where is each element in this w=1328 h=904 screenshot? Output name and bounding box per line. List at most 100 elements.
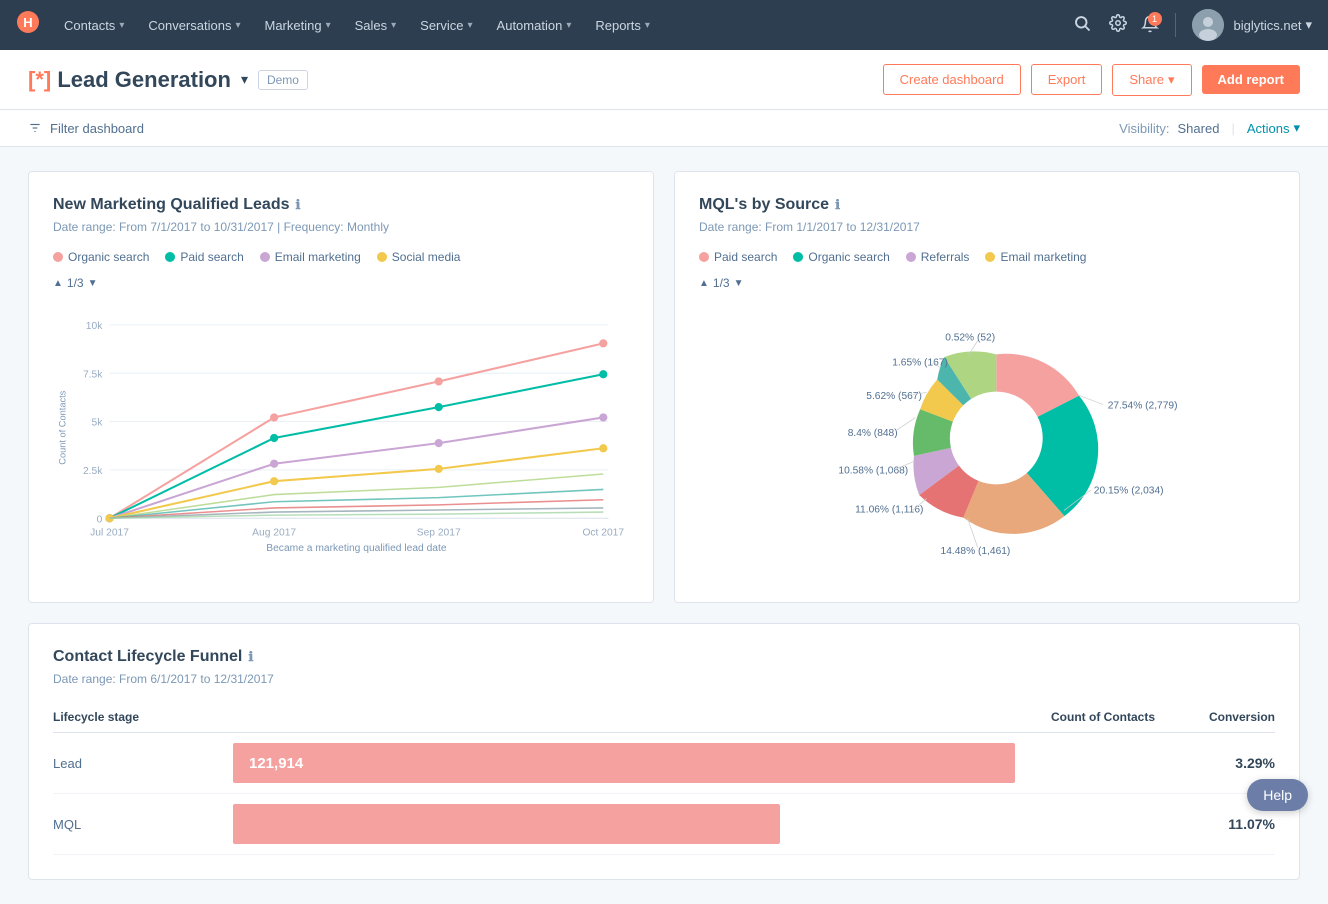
table-row: MQL 11.07% bbox=[53, 794, 1275, 855]
shared-text: Shared bbox=[1178, 121, 1220, 136]
legend-referrals: Referrals bbox=[906, 250, 970, 264]
mql-bar bbox=[233, 804, 780, 844]
new-mql-pagination: ▲ 1/3 ▼ bbox=[53, 276, 629, 290]
legend-social-media: Social media bbox=[377, 250, 461, 264]
header-actions: Create dashboard Export Share ▾ Add repo… bbox=[883, 64, 1300, 96]
pie-chart-svg: 27.54% (2,779) 20.15% (2,034) 14.48% (1,… bbox=[699, 308, 1275, 568]
lead-bar-cell: 121,914 bbox=[233, 733, 1015, 794]
count-label-header: Count of Contacts bbox=[1015, 702, 1155, 733]
settings-button[interactable] bbox=[1105, 10, 1131, 41]
line-chart-svg: 10k 7.5k 5k 2.5k 0 Count of Contacts Jul… bbox=[53, 298, 629, 578]
svg-text:Count of Contacts: Count of Contacts bbox=[57, 390, 67, 464]
hubspot-logo[interactable]: H bbox=[16, 10, 40, 40]
dashboard-title-section: [*] Lead Generation ▾ Demo bbox=[28, 67, 883, 93]
add-report-button[interactable]: Add report bbox=[1202, 65, 1300, 94]
demo-badge[interactable]: Demo bbox=[258, 70, 308, 90]
legend-email-marketing: Email marketing bbox=[260, 250, 361, 264]
svg-text:Jul 2017: Jul 2017 bbox=[90, 528, 129, 539]
nav-reports[interactable]: Reports ▾ bbox=[585, 12, 660, 39]
conversations-caret: ▾ bbox=[235, 20, 240, 31]
svg-text:Aug 2017: Aug 2017 bbox=[252, 528, 296, 539]
table-row: Lead 121,914 3.29% bbox=[53, 733, 1275, 794]
svg-text:5.62% (567): 5.62% (567) bbox=[866, 391, 922, 402]
mql-source-info-icon[interactable]: ℹ bbox=[835, 197, 840, 213]
mql-source-chart: 27.54% (2,779) 20.15% (2,034) 14.48% (1,… bbox=[699, 298, 1275, 578]
sales-caret: ▾ bbox=[391, 20, 396, 31]
export-button[interactable]: Export bbox=[1031, 64, 1103, 95]
new-mql-date-range: Date range: From 7/1/2017 to 10/31/2017 … bbox=[53, 220, 629, 234]
social-media-dot bbox=[377, 252, 387, 262]
svg-text:0.52% (52): 0.52% (52) bbox=[945, 333, 995, 344]
share-button[interactable]: Share ▾ bbox=[1112, 64, 1191, 96]
dashboard-header: [*] Lead Generation ▾ Demo Create dashbo… bbox=[0, 50, 1328, 110]
nav-service[interactable]: Service ▾ bbox=[410, 12, 482, 39]
create-dashboard-button[interactable]: Create dashboard bbox=[883, 64, 1021, 95]
mql-source-date-range: Date range: From 1/1/2017 to 12/31/2017 bbox=[699, 220, 1275, 234]
actions-caret: ▾ bbox=[1293, 120, 1300, 136]
mql-by-source-card: MQL's by Source ℹ Date range: From 1/1/2… bbox=[674, 171, 1300, 603]
dashboard-title: [*] Lead Generation bbox=[28, 67, 231, 93]
funnel-table: Lifecycle stage Count of Contacts Conver… bbox=[53, 702, 1275, 855]
legend-email-marketing: Email marketing bbox=[985, 250, 1086, 264]
nav-sales[interactable]: Sales ▾ bbox=[345, 12, 407, 39]
prev-page-pie[interactable]: ▲ bbox=[699, 278, 709, 289]
mql-source-legend: Paid search Organic search Referrals Ema… bbox=[699, 250, 1275, 264]
mql-source-pagination: ▲ 1/3 ▼ bbox=[699, 276, 1275, 290]
email-marketing-dot bbox=[260, 252, 270, 262]
share-caret: ▾ bbox=[1168, 72, 1175, 88]
svg-text:10.58% (1,068): 10.58% (1,068) bbox=[838, 465, 908, 476]
search-button[interactable] bbox=[1069, 10, 1095, 41]
legend-organic-search: Organic search bbox=[793, 250, 889, 264]
account-name[interactable]: biglytics.net ▾ bbox=[1234, 17, 1312, 33]
help-button[interactable]: Help bbox=[1247, 779, 1308, 811]
nav-conversations[interactable]: Conversations ▾ bbox=[138, 12, 250, 39]
prev-page-arrow[interactable]: ▲ bbox=[53, 278, 63, 289]
funnel-title: Contact Lifecycle Funnel ℹ bbox=[53, 648, 1275, 666]
nav-automation[interactable]: Automation ▾ bbox=[487, 12, 582, 39]
svg-text:Sep 2017: Sep 2017 bbox=[417, 528, 461, 539]
nav-marketing[interactable]: Marketing ▾ bbox=[254, 12, 340, 39]
service-caret: ▾ bbox=[468, 20, 473, 31]
paid-search-dot bbox=[165, 252, 175, 262]
filter-right-controls: Visibility: Shared | Actions ▾ bbox=[1119, 120, 1300, 136]
svg-text:8.4% (848): 8.4% (848) bbox=[848, 428, 898, 439]
lead-bar: 121,914 bbox=[233, 743, 1015, 783]
actions-button[interactable]: Actions ▾ bbox=[1247, 120, 1300, 136]
new-mql-card: New Marketing Qualified Leads ℹ Date ran… bbox=[28, 171, 654, 603]
new-mql-legend: Organic search Paid search Email marketi… bbox=[53, 250, 629, 264]
automation-caret: ▾ bbox=[566, 20, 571, 31]
nav-contacts[interactable]: Contacts ▾ bbox=[54, 12, 134, 39]
stage-label-lead: Lead bbox=[53, 733, 233, 794]
nav-right-section: 1 biglytics.net ▾ bbox=[1069, 9, 1312, 41]
legend-paid-search: Paid search bbox=[699, 250, 777, 264]
filter-icon bbox=[28, 121, 42, 135]
new-mql-title: New Marketing Qualified Leads ℹ bbox=[53, 196, 629, 214]
contacts-caret: ▾ bbox=[119, 20, 124, 31]
legend-organic-search: Organic search bbox=[53, 250, 149, 264]
svg-text:5k: 5k bbox=[92, 418, 104, 429]
svg-text:Oct 2017: Oct 2017 bbox=[582, 528, 624, 539]
filter-bar: Filter dashboard Visibility: Shared | Ac… bbox=[0, 110, 1328, 147]
funnel-info-icon[interactable]: ℹ bbox=[248, 649, 253, 665]
conversion-column-header: Conversion bbox=[1155, 702, 1275, 733]
next-page-arrow[interactable]: ▼ bbox=[88, 278, 98, 289]
stage-label-mql: MQL bbox=[53, 794, 233, 855]
funnel-table-header: Lifecycle stage Count of Contacts Conver… bbox=[53, 702, 1275, 733]
title-dropdown-caret[interactable]: ▾ bbox=[241, 71, 248, 88]
legend-paid-search: Paid search bbox=[165, 250, 243, 264]
top-navigation: H Contacts ▾ Conversations ▾ Marketing ▾… bbox=[0, 0, 1328, 50]
svg-text:0: 0 bbox=[97, 514, 103, 525]
funnel-date-range: Date range: From 6/1/2017 to 12/31/2017 bbox=[53, 672, 1275, 686]
user-avatar[interactable] bbox=[1192, 9, 1224, 41]
next-page-pie[interactable]: ▼ bbox=[734, 278, 744, 289]
notifications-button[interactable]: 1 bbox=[1141, 15, 1159, 36]
svg-text:Became a marketing qualified l: Became a marketing qualified lead date bbox=[266, 543, 447, 554]
reports-caret: ▾ bbox=[645, 20, 650, 31]
stage-column-header: Lifecycle stage bbox=[53, 702, 233, 733]
svg-text:2.5k: 2.5k bbox=[83, 466, 103, 477]
new-mql-chart: 10k 7.5k 5k 2.5k 0 Count of Contacts Jul… bbox=[53, 298, 629, 578]
funnel-card: Contact Lifecycle Funnel ℹ Date range: F… bbox=[28, 623, 1300, 880]
filter-dashboard-button[interactable]: Filter dashboard bbox=[28, 121, 144, 136]
new-mql-info-icon[interactable]: ℹ bbox=[296, 197, 301, 213]
count-column-header bbox=[233, 702, 1015, 733]
